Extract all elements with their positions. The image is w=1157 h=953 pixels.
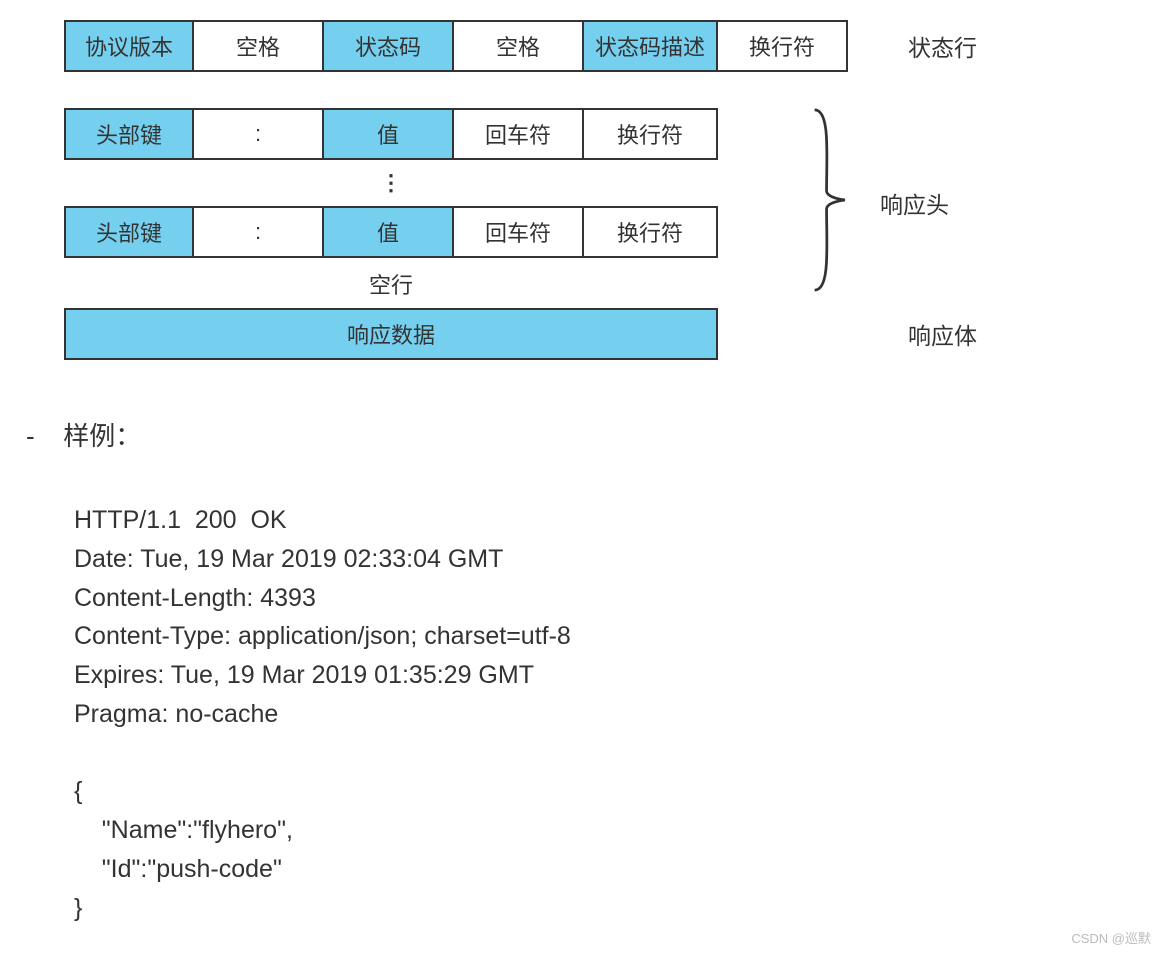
cell-lf: 换行符 [584, 108, 718, 160]
status-line-cells: 协议版本 空格 状态码 空格 状态码描述 换行符 [64, 20, 848, 72]
cell-space-2: 空格 [454, 20, 584, 72]
response-data-bar: 响应数据 [64, 308, 718, 360]
example-title-text: 样例： [63, 421, 141, 451]
headers-label: 响应头 [880, 186, 949, 220]
cell-cr: 回车符 [454, 108, 584, 160]
status-line-label: 状态行 [908, 29, 977, 63]
cell-colon: : [194, 108, 324, 160]
cell-lf-1: 换行符 [718, 20, 848, 72]
blank-line-label: 空行 [64, 258, 718, 308]
cell-space-1: 空格 [194, 20, 324, 72]
cell-colon-2: : [194, 206, 324, 258]
cell-header-value: 值 [324, 108, 454, 160]
brace-headers [810, 108, 870, 292]
body-row: 响应数据 响应体 [64, 308, 1137, 360]
header-row-1: 头部键 : 值 回车符 换行符 [64, 108, 1137, 160]
header-row-2: 头部键 : 值 回车符 换行符 [64, 206, 1137, 258]
cell-status-text: 状态码描述 [584, 20, 718, 72]
cell-status-code: 状态码 [324, 20, 454, 72]
http-response-structure-diagram: 协议版本 空格 状态码 空格 状态码描述 换行符 状态行 头部键 : 值 回车符… [20, 20, 1137, 360]
body-label: 响应体 [908, 317, 977, 351]
example-title: - 样例： [26, 416, 1137, 453]
example-section: - 样例： HTTP/1.1 200 OK Date: Tue, 19 Mar … [20, 416, 1137, 927]
bullet-dash-icon: - [26, 421, 56, 452]
vertical-ellipsis-icon: ⋮ [64, 160, 718, 206]
cell-header-value-2: 值 [324, 206, 454, 258]
watermark: CSDN @巡默 [1071, 928, 1151, 947]
example-body: HTTP/1.1 200 OK Date: Tue, 19 Mar 2019 0… [26, 501, 1137, 927]
cell-lf-2: 换行符 [584, 206, 718, 258]
cell-cr-2: 回车符 [454, 206, 584, 258]
cell-protocol-version: 协议版本 [64, 20, 194, 72]
cell-header-key: 头部键 [64, 108, 194, 160]
header-row-2-cells: 头部键 : 值 回车符 换行符 [64, 206, 718, 258]
header-row-1-cells: 头部键 : 值 回车符 换行符 [64, 108, 718, 160]
status-line-row: 协议版本 空格 状态码 空格 状态码描述 换行符 状态行 [64, 20, 1137, 72]
brace-icon [810, 108, 847, 292]
cell-header-key-2: 头部键 [64, 206, 194, 258]
